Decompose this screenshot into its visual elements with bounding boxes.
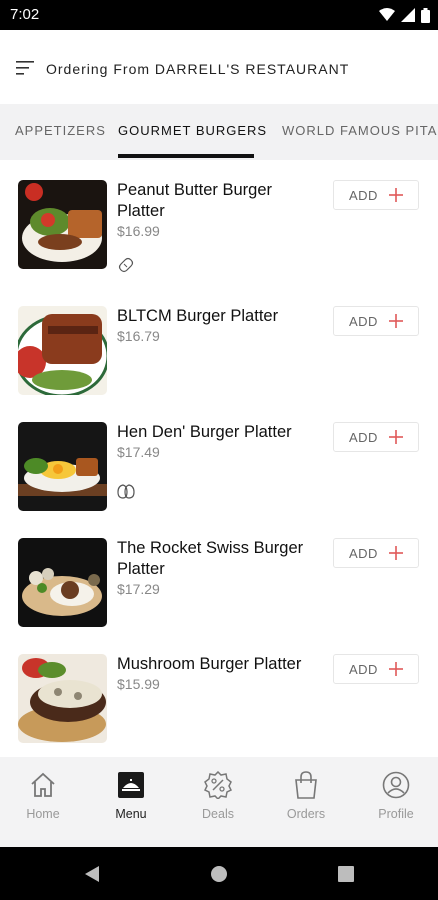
item-image	[18, 538, 107, 627]
nav-orders[interactable]: Orders	[271, 771, 341, 821]
nav-deals[interactable]: Deals	[183, 771, 253, 821]
list-item[interactable]: Mushroom Burger Platter $15.99 ADD	[0, 654, 438, 770]
add-button[interactable]: ADD	[333, 180, 419, 210]
deals-icon	[204, 771, 232, 799]
item-image	[18, 306, 107, 395]
wifi-icon	[379, 8, 395, 21]
list-item[interactable]: Hen Den' Burger Platter $17.49 ADD	[0, 422, 438, 538]
plus-icon	[389, 430, 403, 444]
item-name: The Rocket Swiss Burger Platter	[117, 539, 304, 578]
item-price: $16.99	[117, 223, 160, 239]
item-name: BLTCM Burger Platter	[117, 307, 279, 325]
peanut-icon	[118, 257, 134, 273]
add-button-label: ADD	[349, 430, 378, 445]
item-price: $15.99	[117, 676, 160, 692]
tab-appetizers[interactable]: APPETIZERS	[15, 123, 106, 138]
nav-menu[interactable]: Menu	[96, 771, 166, 821]
egg-icon	[117, 484, 135, 499]
status-bar: 7:02	[0, 0, 438, 30]
item-image	[18, 422, 107, 511]
nav-deals-label: Deals	[202, 807, 234, 821]
status-icons	[379, 7, 430, 23]
add-button[interactable]: ADD	[333, 538, 419, 568]
list-item[interactable]: The Rocket Swiss Burger Platter $17.29 A…	[0, 538, 438, 654]
plus-icon	[389, 662, 403, 676]
nav-orders-label: Orders	[286, 807, 326, 821]
add-button-label: ADD	[349, 188, 378, 203]
tab-world-famous-pitas[interactable]: WORLD FAMOUS PITAS	[282, 123, 438, 138]
nav-home[interactable]: Home	[8, 771, 78, 821]
signal-icon	[401, 8, 415, 22]
plus-icon	[389, 546, 403, 560]
plus-icon	[389, 314, 403, 328]
add-button-label: ADD	[349, 662, 378, 677]
home-icon	[31, 772, 55, 797]
item-name: Peanut Butter Burger Platter	[117, 181, 273, 220]
profile-icon	[382, 771, 410, 799]
list-item[interactable]: BLTCM Burger Platter $16.79 ADD	[0, 306, 438, 422]
add-button-label: ADD	[349, 314, 378, 329]
item-price: $17.49	[117, 444, 160, 460]
category-tabs: APPETIZERS GOURMET BURGERS WORLD FAMOUS …	[0, 104, 438, 160]
tab-gourmet-burgers[interactable]: GOURMET BURGERS	[118, 123, 267, 138]
item-price: $17.29	[117, 581, 160, 597]
add-button[interactable]: ADD	[333, 306, 419, 336]
nav-menu-label: Menu	[115, 807, 147, 821]
add-button[interactable]: ADD	[333, 654, 419, 684]
item-image	[18, 654, 107, 743]
item-image	[18, 180, 107, 269]
active-tab-indicator	[118, 154, 254, 158]
bottom-nav: Home Menu Deals Orders Profile	[0, 757, 438, 847]
home-circle-icon[interactable]	[210, 865, 228, 883]
add-button-label: ADD	[349, 546, 378, 561]
list-item[interactable]: Peanut Butter Burger Platter $16.99 ADD	[0, 180, 438, 296]
item-name: Hen Den' Burger Platter	[117, 423, 292, 441]
menu-icon[interactable]	[16, 61, 34, 75]
system-nav-bar	[0, 847, 438, 900]
nav-profile-label: Profile	[378, 807, 414, 821]
orders-icon	[295, 771, 317, 799]
status-time: 7:02	[10, 6, 40, 23]
app-header: Ordering From DARRELL'S RESTAURANT	[0, 30, 438, 104]
nav-home-label: Home	[26, 807, 60, 821]
plus-icon	[389, 188, 403, 202]
back-icon[interactable]	[84, 865, 100, 883]
recents-icon[interactable]	[338, 866, 354, 882]
nav-profile[interactable]: Profile	[361, 771, 431, 821]
add-button[interactable]: ADD	[333, 422, 419, 452]
item-name: Mushroom Burger Platter	[117, 655, 302, 673]
menu-icon	[118, 772, 144, 798]
item-price: $16.79	[117, 328, 160, 344]
ordering-from-title: Ordering From DARRELL'S RESTAURANT	[46, 61, 350, 77]
battery-icon	[421, 7, 430, 23]
